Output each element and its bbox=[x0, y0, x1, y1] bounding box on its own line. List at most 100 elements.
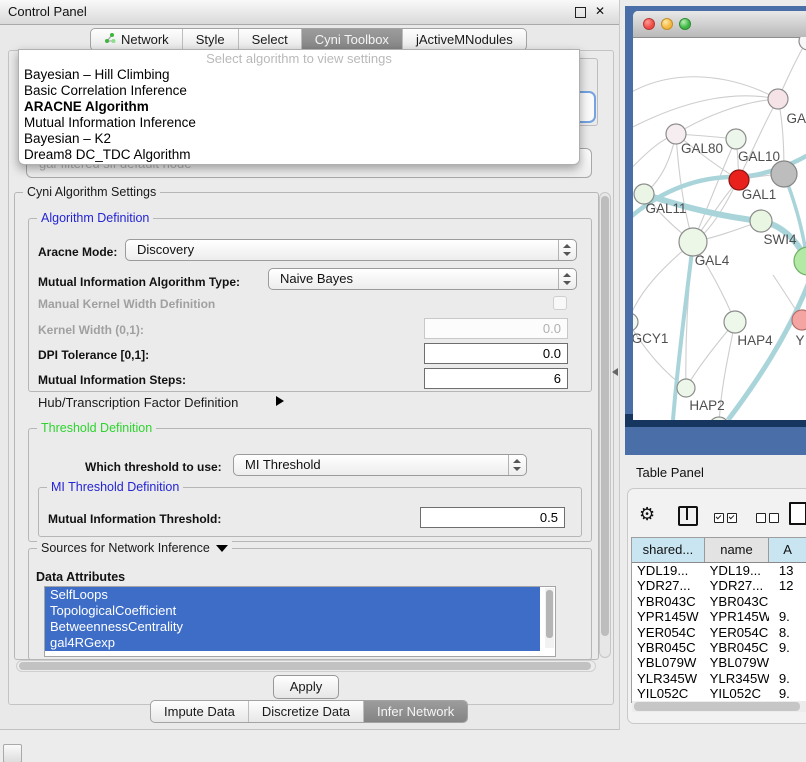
node-gcy1[interactable] bbox=[633, 313, 638, 331]
combo-stepper-icon[interactable] bbox=[558, 240, 576, 260]
minimize-traffic-light-icon[interactable] bbox=[661, 18, 673, 30]
node-salmon[interactable] bbox=[792, 310, 806, 330]
aracne-mode-value: Discovery bbox=[137, 240, 194, 260]
algorithm-option[interactable]: Bayesian – Hill Climbing bbox=[19, 67, 579, 83]
algorithm-option[interactable]: Mutual Information Inference bbox=[19, 115, 579, 131]
collapse-down-icon[interactable] bbox=[216, 545, 228, 552]
node-label: GAL80 bbox=[681, 141, 723, 156]
node-label: SWI4 bbox=[763, 232, 796, 247]
close-window-icon[interactable]: ✕ bbox=[595, 4, 605, 18]
attributes-scrollbar[interactable] bbox=[545, 588, 554, 648]
check-all-icon[interactable] bbox=[727, 513, 737, 523]
which-threshold-combo[interactable]: MI Threshold bbox=[233, 454, 527, 476]
tab-style[interactable]: Style bbox=[182, 29, 238, 50]
mi-threshold-field[interactable]: 0.5 bbox=[420, 507, 565, 528]
hub-definition-label: Hub/Transcription Factor Definition bbox=[38, 395, 238, 410]
uncheck-all-icon[interactable] bbox=[756, 513, 766, 523]
tab-cyni-toolbox-label: Cyni Toolbox bbox=[315, 29, 389, 50]
table-row[interactable]: YBR045CYBR045C9. bbox=[632, 640, 806, 655]
node-label: Y bbox=[795, 333, 804, 348]
combo-stepper-icon[interactable] bbox=[558, 269, 576, 289]
algorithm-option[interactable]: Basic Correlation Inference bbox=[19, 83, 579, 99]
horizontal-scrollbar-thumb[interactable] bbox=[19, 662, 591, 670]
check-all-icon[interactable] bbox=[714, 513, 724, 523]
column-header[interactable]: A bbox=[769, 538, 806, 562]
node-label: GAL bbox=[786, 111, 806, 126]
mi-algorithm-type-combo[interactable]: Naive Bayes bbox=[268, 268, 577, 290]
node-bright-green[interactable] bbox=[794, 247, 806, 275]
node-hap4[interactable] bbox=[724, 311, 746, 333]
table-row[interactable]: YBR043CYBR043C bbox=[632, 594, 806, 609]
table-horizontal-scrollbar[interactable] bbox=[632, 701, 806, 712]
node-label: GAL11 bbox=[645, 201, 686, 216]
network-icon bbox=[104, 29, 116, 50]
algorithm-option-highlighted[interactable]: ARACNE Algorithm bbox=[19, 99, 579, 115]
mi-steps-field[interactable]: 6 bbox=[424, 368, 568, 389]
node-gray[interactable] bbox=[771, 161, 797, 187]
tab-discretize-data[interactable]: Discretize Data bbox=[248, 701, 363, 722]
tab-select[interactable]: Select bbox=[238, 29, 301, 50]
settings-horizontal-scrollbar[interactable] bbox=[16, 660, 596, 672]
kernel-width-label: Kernel Width (0,1): bbox=[38, 323, 144, 337]
algorithm-dropdown-list: Select algorithm to view settings Bayesi… bbox=[18, 49, 580, 165]
split-pane-collapse-icon[interactable] bbox=[612, 368, 618, 376]
kernel-width-field[interactable]: 0.0 bbox=[424, 318, 568, 339]
node-label: GAL1 bbox=[742, 187, 777, 202]
node-gal10[interactable] bbox=[726, 129, 746, 149]
zoom-traffic-light-icon[interactable] bbox=[679, 18, 691, 30]
algorithm-dropdown-prompt: Select algorithm to view settings bbox=[19, 50, 579, 67]
aracne-mode-label: Aracne Mode: bbox=[38, 245, 117, 259]
table-row[interactable]: YDR27...YDR27...12 bbox=[632, 578, 806, 593]
node[interactable] bbox=[709, 417, 729, 420]
table-row[interactable]: YDL19...YDL19...13 bbox=[632, 563, 806, 578]
tab-jactivemnodules[interactable]: jActiveMNodules bbox=[402, 29, 526, 50]
uncheck-all-icon[interactable] bbox=[769, 513, 779, 523]
node-gal4[interactable] bbox=[679, 228, 707, 256]
table-row[interactable]: YLR345WYLR345W9. bbox=[632, 671, 806, 686]
node-label: GCY1 bbox=[633, 331, 668, 346]
combo-stepper-icon[interactable] bbox=[508, 455, 526, 475]
table-row[interactable]: YIL052CYIL052C9. bbox=[632, 686, 806, 701]
node-pink[interactable] bbox=[768, 89, 788, 109]
close-traffic-light-icon[interactable] bbox=[643, 18, 655, 30]
expander-right-icon[interactable] bbox=[276, 396, 284, 406]
column-header-shared-name[interactable]: shared... bbox=[632, 538, 705, 562]
tab-network[interactable]: Network bbox=[91, 29, 182, 50]
import-table-icon[interactable] bbox=[789, 502, 806, 525]
gear-icon[interactable]: ⚙ bbox=[639, 503, 655, 525]
network-window-titlebar[interactable] bbox=[633, 11, 806, 38]
table-row[interactable]: YBL079WYBL079W bbox=[632, 655, 806, 670]
table-row[interactable]: YER054CYER054C8. bbox=[632, 625, 806, 640]
node-hap2[interactable] bbox=[677, 379, 695, 397]
dpi-tolerance-field[interactable]: 0.0 bbox=[424, 343, 568, 364]
attribute-item-selected[interactable]: TopologicalCoefficient bbox=[45, 603, 540, 619]
tab-infer-network[interactable]: Infer Network bbox=[363, 701, 467, 722]
float-window-icon[interactable] bbox=[575, 7, 586, 18]
tab-impute-data-label: Impute Data bbox=[164, 701, 235, 722]
column-header-name[interactable]: name bbox=[705, 538, 769, 562]
node[interactable] bbox=[799, 37, 806, 50]
panel-corner-button[interactable] bbox=[3, 744, 22, 762]
tab-impute-data[interactable]: Impute Data bbox=[151, 701, 248, 722]
table-scrollbar-thumb[interactable] bbox=[634, 702, 800, 711]
tab-cyni-toolbox[interactable]: Cyni Toolbox bbox=[301, 29, 402, 50]
node-swi4[interactable] bbox=[750, 210, 772, 232]
network-canvas[interactable]: GAL GAL80 GAL10 GAL1 GAL11 SWI4 GAL4 GCY… bbox=[633, 37, 806, 420]
settings-vertical-scrollbar[interactable] bbox=[599, 192, 611, 658]
threshold-definition-title: Threshold Definition bbox=[37, 421, 156, 435]
aracne-mode-combo[interactable]: Discovery bbox=[125, 239, 577, 261]
vertical-scrollbar-thumb[interactable] bbox=[601, 196, 609, 636]
split-columns-icon[interactable] bbox=[678, 506, 698, 526]
manual-kernel-width-checkbox[interactable] bbox=[553, 296, 567, 310]
control-panel: Control Panel ✕ Network Style Select Cyn… bbox=[0, 0, 620, 730]
attribute-item-selected[interactable]: BetweennessCentrality bbox=[45, 619, 540, 635]
table-row[interactable]: YPR145WYPR145W9. bbox=[632, 609, 806, 624]
attribute-item-selected[interactable]: SelfLoops bbox=[45, 587, 540, 603]
attribute-item-selected[interactable]: gal4RGexp bbox=[45, 635, 540, 651]
cyni-bottom-tabbar: Impute Data Discretize Data Infer Networ… bbox=[150, 700, 468, 723]
data-attributes-list: SelfLoops TopologicalCoefficient Between… bbox=[44, 586, 556, 657]
algorithm-option[interactable]: Bayesian – K2 bbox=[19, 131, 579, 147]
hub-definition-expander[interactable]: Hub/Transcription Factor Definition bbox=[38, 395, 238, 410]
algorithm-option[interactable]: Dream8 DC_TDC Algorithm bbox=[19, 147, 579, 163]
apply-button[interactable]: Apply bbox=[273, 675, 339, 699]
